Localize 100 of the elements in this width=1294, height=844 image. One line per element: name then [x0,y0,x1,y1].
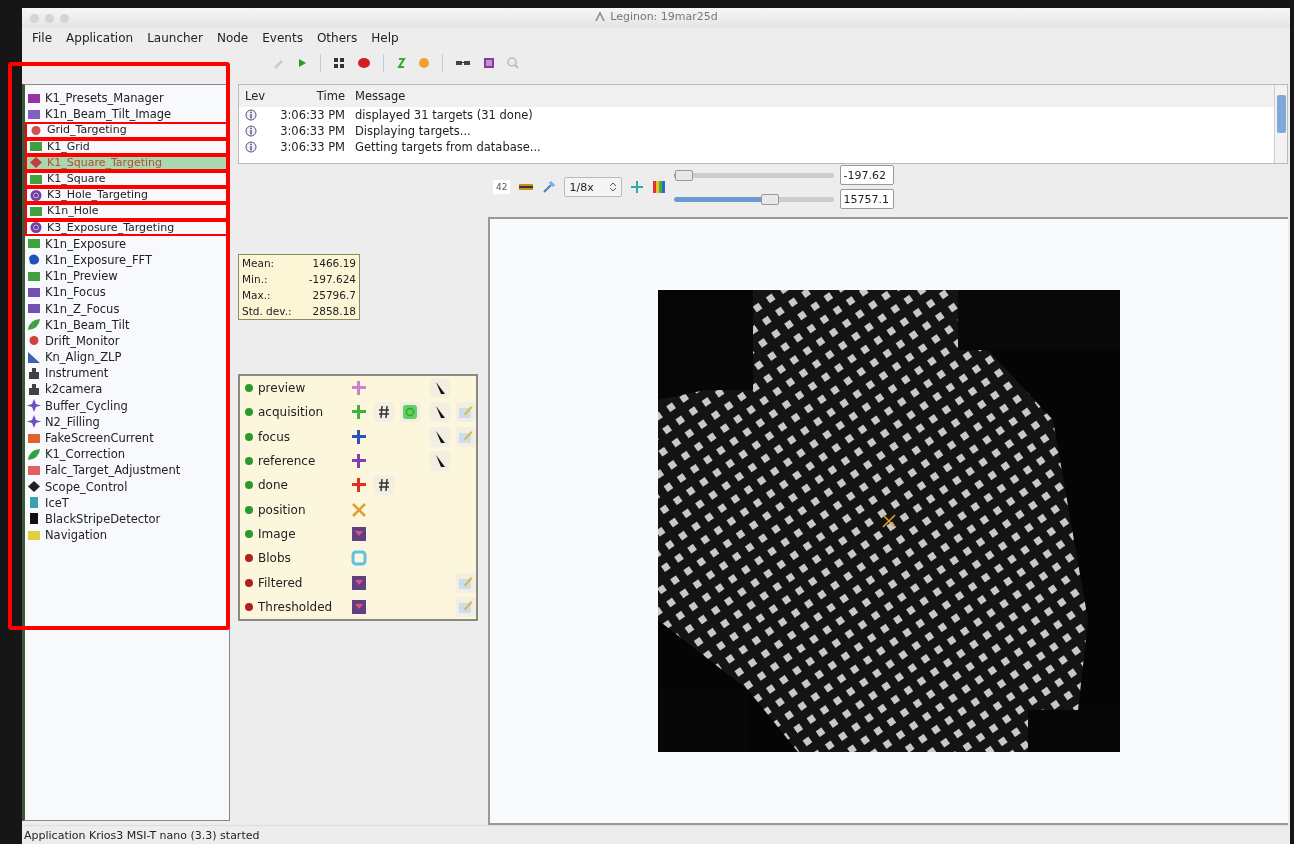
square-icon[interactable] [483,57,495,69]
target-label: reference [258,454,317,469]
column-header[interactable]: Time [269,85,349,107]
record-icon[interactable] [357,57,371,69]
column-header[interactable]: Lev [239,85,269,107]
list-item[interactable]: K3_Hole_Targeting [25,187,229,204]
play-icon[interactable] [296,57,308,69]
zoom-select[interactable]: 1/8x [564,177,623,197]
list-item[interactable]: K1n_Exposure [25,235,229,252]
editor-button[interactable] [456,572,476,593]
log-time: 3:06:33 PM [279,139,346,155]
number-button[interactable] [374,402,394,423]
stat-value: 25796.7 [311,289,356,301]
log-message: Getting targets from database... [354,139,542,155]
list-item[interactable]: IceT [25,494,229,511]
search-icon[interactable] [507,57,519,69]
status-text: Application Krios3 MSI-T nano (3.3) started [24,828,260,842]
info-icon [245,125,257,137]
list-item[interactable]: K1n_Focus [25,284,229,301]
window-title: Leginon: 19mar25d [610,10,718,24]
log-time: 3:06:33 PM [279,107,346,123]
cross-icon[interactable] [350,476,368,495]
zigzag-icon[interactable] [396,57,406,69]
eyedropper-icon[interactable] [542,180,557,194]
stat-label: Min.: [242,273,269,285]
target-label: preview [258,381,307,396]
stat-value: 1466.19 [311,257,356,269]
menu-item[interactable]: Help [365,31,405,45]
image-icon[interactable] [350,597,368,616]
target-label: Blobs [258,551,292,566]
target-label: done [258,478,289,493]
target-label: Thresholded [258,599,334,614]
column-header[interactable]: Message [349,85,1274,107]
number-button[interactable] [374,475,394,496]
list-item[interactable]: K1n_Beam_Tilt [25,316,229,333]
stat-label: Max.: [242,289,272,301]
list-item[interactable]: K1_Square [25,170,229,188]
list-item[interactable]: K1n_Preview [25,268,229,285]
menu-item[interactable]: Others [310,31,364,45]
cross-icon[interactable] [350,452,368,471]
x-mark-icon[interactable] [350,500,368,519]
list-item[interactable]: K1n_Beam_Tilt_Image [25,106,229,123]
menu-item[interactable]: Application [60,31,140,45]
list-item[interactable]: k2camera [25,381,229,398]
crosshair-icon[interactable] [630,180,645,194]
spinner-arrows-icon [609,181,618,193]
rounded-square-icon[interactable] [350,549,368,568]
list-item[interactable]: Kn_Align_ZLP [25,349,229,366]
list-item[interactable]: K1_Correction [25,446,229,463]
list-item[interactable]: Scope_Control [25,478,229,495]
menu-item[interactable]: Launcher [141,31,209,45]
list-item[interactable]: Buffer_Cycling [25,397,229,414]
list-item[interactable]: K1_Presets_Manager [25,90,229,107]
list-item[interactable]: K1_Grid [25,138,229,155]
target-label: Image [258,526,297,541]
list-item[interactable]: Falc_Target_Adjustment [25,462,229,479]
list-item[interactable]: N2_Filling [25,413,229,430]
circle-button[interactable] [400,402,420,423]
image-icon[interactable] [350,524,368,543]
log-time: 3:06:33 PM [279,123,346,139]
cross-icon[interactable] [350,427,368,446]
stat-label: Mean: [242,257,276,269]
circle-icon[interactable] [418,57,430,69]
pointer-button[interactable] [430,426,450,447]
list-item[interactable]: Grid_Targeting [25,122,229,139]
info-icon [245,109,257,121]
scrollbar[interactable] [1274,85,1287,163]
slider[interactable] [674,169,835,181]
list-item[interactable]: Instrument [25,365,229,382]
size-button[interactable]: 42 [493,180,511,194]
app-icon [594,10,607,23]
stat-label: Std. dev.: [242,305,293,317]
slider[interactable] [674,193,835,205]
list-item[interactable]: Navigation [25,527,229,544]
list-item[interactable]: FakeScreenCurrent [25,429,229,447]
menu-item[interactable]: File [26,31,59,45]
list-item[interactable]: K1n_Hole [25,203,229,220]
menu-item[interactable]: Node [210,31,255,45]
pointer-button[interactable] [430,378,450,399]
palette-icon[interactable] [652,180,667,194]
pointer-button[interactable] [430,402,450,423]
menu-item[interactable]: Events [256,31,309,45]
list-item[interactable]: K1n_Z_Focus [25,300,229,317]
editor-button[interactable] [456,596,476,617]
image-icon[interactable] [350,573,368,592]
list-item[interactable]: K3_Exposure_Targeting [25,219,229,236]
value-field[interactable]: -197.62 [840,165,895,185]
editor-button[interactable] [456,426,476,447]
editor-button[interactable] [456,402,476,423]
list-item[interactable]: K1n_Exposure_FFT [25,251,229,269]
grid-icon[interactable] [333,57,345,69]
list-item[interactable]: Drift_Monitor [25,332,229,349]
list-item[interactable]: BlackStripeDetector [25,510,229,528]
pointer-button[interactable] [430,451,450,472]
target-label: focus [258,429,292,444]
value-field[interactable]: 15757.1 [840,189,895,209]
ruler-icon[interactable] [518,181,535,193]
stat-value: -197.624 [307,273,356,285]
log-message: Displaying targets... [354,123,472,139]
stat-value: 2858.18 [311,305,356,317]
